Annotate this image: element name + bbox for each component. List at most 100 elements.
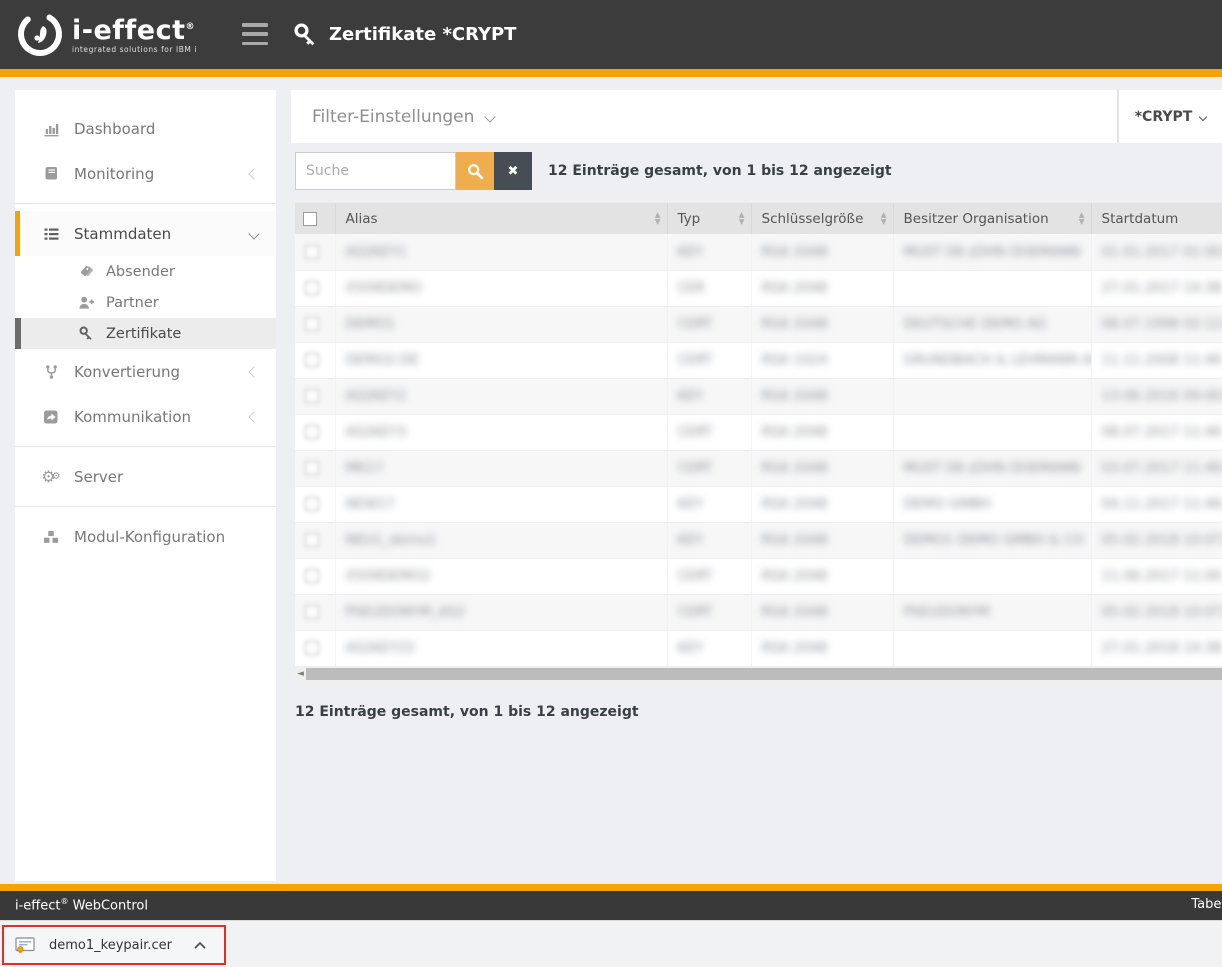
cell-org — [893, 630, 1091, 666]
cell-size: RSA 2048 — [751, 594, 893, 630]
sort-arrows-icon: ▲▼ — [1079, 212, 1085, 225]
cell-org: PSEUDONYM — [893, 594, 1091, 630]
search-input[interactable] — [295, 152, 456, 190]
row-checkbox[interactable] — [305, 461, 319, 475]
table-row[interactable]: AS2KEY22KEYRSA 204827.01.2018 14:38 — [295, 630, 1222, 666]
table-row[interactable]: PSEUDONYM_AS2CERTRSA 2048PSEUDONYM05.02.… — [295, 594, 1222, 630]
cell-size: RSA 2048 — [751, 450, 893, 486]
result-count-top: 12 Einträge gesamt, von 1 bis 12 angezei… — [548, 163, 892, 179]
user-plus-icon — [76, 295, 96, 310]
crypt-scope-label: *CRYPT — [1135, 109, 1193, 125]
row-checkbox[interactable] — [305, 569, 319, 583]
table-header-row: Alias▲▼Typ▲▼Schlüsselgröße▲▼Besitzer Org… — [295, 203, 1222, 234]
sidebar-item-modul-konfiguration[interactable]: Modul-Konfiguration — [15, 514, 276, 559]
column-header-typ[interactable]: Typ▲▼ — [667, 203, 751, 234]
footer-bar: i-effect® WebControl Tabel — [0, 891, 1222, 920]
chevron-up-icon[interactable] — [194, 942, 206, 949]
sidebar-item-kommunikation[interactable]: Kommunikation — [15, 394, 276, 439]
cell-size: RSA 2048 — [751, 486, 893, 522]
column-header-alias[interactable]: Alias▲▼ — [335, 203, 667, 234]
cell-typ: CERT — [667, 342, 751, 378]
scrollbar-thumb[interactable] — [306, 668, 1222, 680]
footer-accent-strip — [0, 884, 1222, 891]
clear-search-button[interactable]: ✖ — [494, 152, 532, 190]
cell-start: 27.01.2017 14:38 — [1091, 270, 1222, 306]
cell-org — [893, 270, 1091, 306]
sidebar-item-label: Modul-Konfiguration — [74, 528, 225, 546]
filter-bar: Filter-Einstellungen *CRYPT — [291, 90, 1222, 143]
column-header-start[interactable]: Startdatum▲▼ — [1091, 203, 1222, 234]
row-checkbox[interactable] — [305, 245, 319, 259]
row-checkbox[interactable] — [305, 641, 319, 655]
sidebar-item-konvertierung[interactable]: Konvertierung — [15, 349, 276, 394]
row-checkbox[interactable] — [305, 605, 319, 619]
crypt-scope-dropdown[interactable]: *CRYPT — [1117, 90, 1222, 143]
footer-right-label[interactable]: Tabel — [1191, 897, 1222, 912]
table-row[interactable]: AS2KEY2KEYRSA 204813.06.2016 09:00:00 — [295, 378, 1222, 414]
column-label: Alias — [346, 211, 378, 227]
cubes-icon — [40, 529, 62, 545]
footer-brand: i-effect® WebControl — [15, 897, 148, 913]
sidebar-item-label: Monitoring — [74, 165, 154, 183]
row-checkbox[interactable] — [305, 281, 319, 295]
chevron-down-icon — [248, 228, 259, 239]
sidebar-item-absender[interactable]: Absender — [15, 256, 276, 287]
table-row[interactable]: X509DEMO2CERTRSA 204811.06.2017 11:00 — [295, 558, 1222, 594]
top-header-bar: i-effect® integrated solutions for IBM i… — [0, 0, 1222, 69]
horizontal-scrollbar[interactable]: ◄ — [295, 667, 1222, 681]
table-row[interactable]: MK17CERTRSA 2048MUST DE-JOHN DOEMANN03.0… — [295, 450, 1222, 486]
page-title: Zertifikate *CRYPT — [329, 24, 516, 45]
select-all-checkbox[interactable] — [303, 212, 317, 226]
table-row[interactable]: DEMO1CERTRSA 2048DEUTSCHE DEMO AG08.07.1… — [295, 306, 1222, 342]
table-row[interactable]: NEU1_demo1KEYRSA 2048DEMO1 DEMO GMBH & C… — [295, 522, 1222, 558]
sidebar-item-label: Kommunikation — [74, 408, 191, 426]
table-row[interactable]: AS2KEY1KEYRSA 2048MUST DE-JOHN DOEMANN01… — [295, 234, 1222, 270]
row-checkbox[interactable] — [305, 533, 319, 547]
cell-alias: MK17 — [335, 450, 667, 486]
table-row[interactable]: X509DEMOCERRSA 204827.01.2017 14:38 — [295, 270, 1222, 306]
search-button[interactable] — [456, 152, 494, 190]
download-item-demo1-keypair[interactable]: demo1_keypair.cer — [2, 925, 226, 965]
main-content: Filter-Einstellungen *CRYPT ✖ 12 Einträg… — [291, 90, 1222, 881]
sidebar-item-zertifikate[interactable]: Zertifikate — [15, 318, 276, 349]
divider — [15, 446, 276, 447]
cell-org: DEMO GMBH — [893, 486, 1091, 522]
row-checkbox[interactable] — [305, 317, 319, 331]
row-checkbox[interactable] — [305, 497, 319, 511]
sidebar-item-server[interactable]: ⚙⚙ Server — [15, 454, 276, 499]
table-row[interactable]: AS2KEY3CERTRSA 204808.07.2017 11:46 — [295, 414, 1222, 450]
scroll-left-arrow-icon[interactable]: ◄ — [295, 669, 306, 679]
column-header-org[interactable]: Besitzer Organisation ▲▼ — [893, 203, 1091, 234]
sidebar-item-monitoring[interactable]: Monitoring — [15, 151, 276, 196]
cell-org: MUST DE-JOHN DOEMANN — [893, 450, 1091, 486]
cell-alias: X509DEMO — [335, 270, 667, 306]
cell-typ: KEY — [667, 378, 751, 414]
sidebar-item-partner[interactable]: Partner — [15, 287, 276, 318]
cell-size: RSA 1024 — [751, 342, 893, 378]
row-checkbox[interactable] — [305, 389, 319, 403]
bar-chart-icon — [40, 121, 62, 137]
cell-alias: DEMO2-DE — [335, 342, 667, 378]
sidebar-item-stammdaten[interactable]: Stammdaten — [15, 211, 276, 256]
cell-typ: KEY — [667, 234, 751, 270]
brand-tagline: integrated solutions for IBM i — [72, 45, 197, 54]
column-label: Besitzer Organisation — [904, 211, 1049, 227]
filter-settings-dropdown[interactable]: Filter-Einstellungen — [291, 90, 1117, 143]
sidebar-item-label: Stammdaten — [74, 225, 171, 243]
column-header-size[interactable]: Schlüsselgröße▲▼ — [751, 203, 893, 234]
certificate-file-icon — [15, 937, 36, 954]
menu-toggle-icon[interactable] — [242, 23, 268, 45]
chevron-down-icon — [1199, 112, 1207, 120]
table-row[interactable]: DEMO2-DECERTRSA 1024GRUNDBACH & LEHMANN … — [295, 342, 1222, 378]
sidebar-item-dashboard[interactable]: Dashboard — [15, 106, 276, 151]
cell-size: RSA 2048 — [751, 234, 893, 270]
key-icon — [76, 326, 96, 341]
row-checkbox[interactable] — [305, 353, 319, 367]
cell-alias: NEU1_demo1 — [335, 522, 667, 558]
table-row[interactable]: NEW17KEYRSA 2048DEMO GMBH04.11.2017 11:4… — [295, 486, 1222, 522]
cell-size: RSA 2048 — [751, 306, 893, 342]
row-checkbox[interactable] — [305, 425, 319, 439]
cell-typ: CERT — [667, 594, 751, 630]
app-logo: i-effect® integrated solutions for IBM i — [14, 8, 197, 60]
cell-start: 08.07.2017 11:46 — [1091, 414, 1222, 450]
